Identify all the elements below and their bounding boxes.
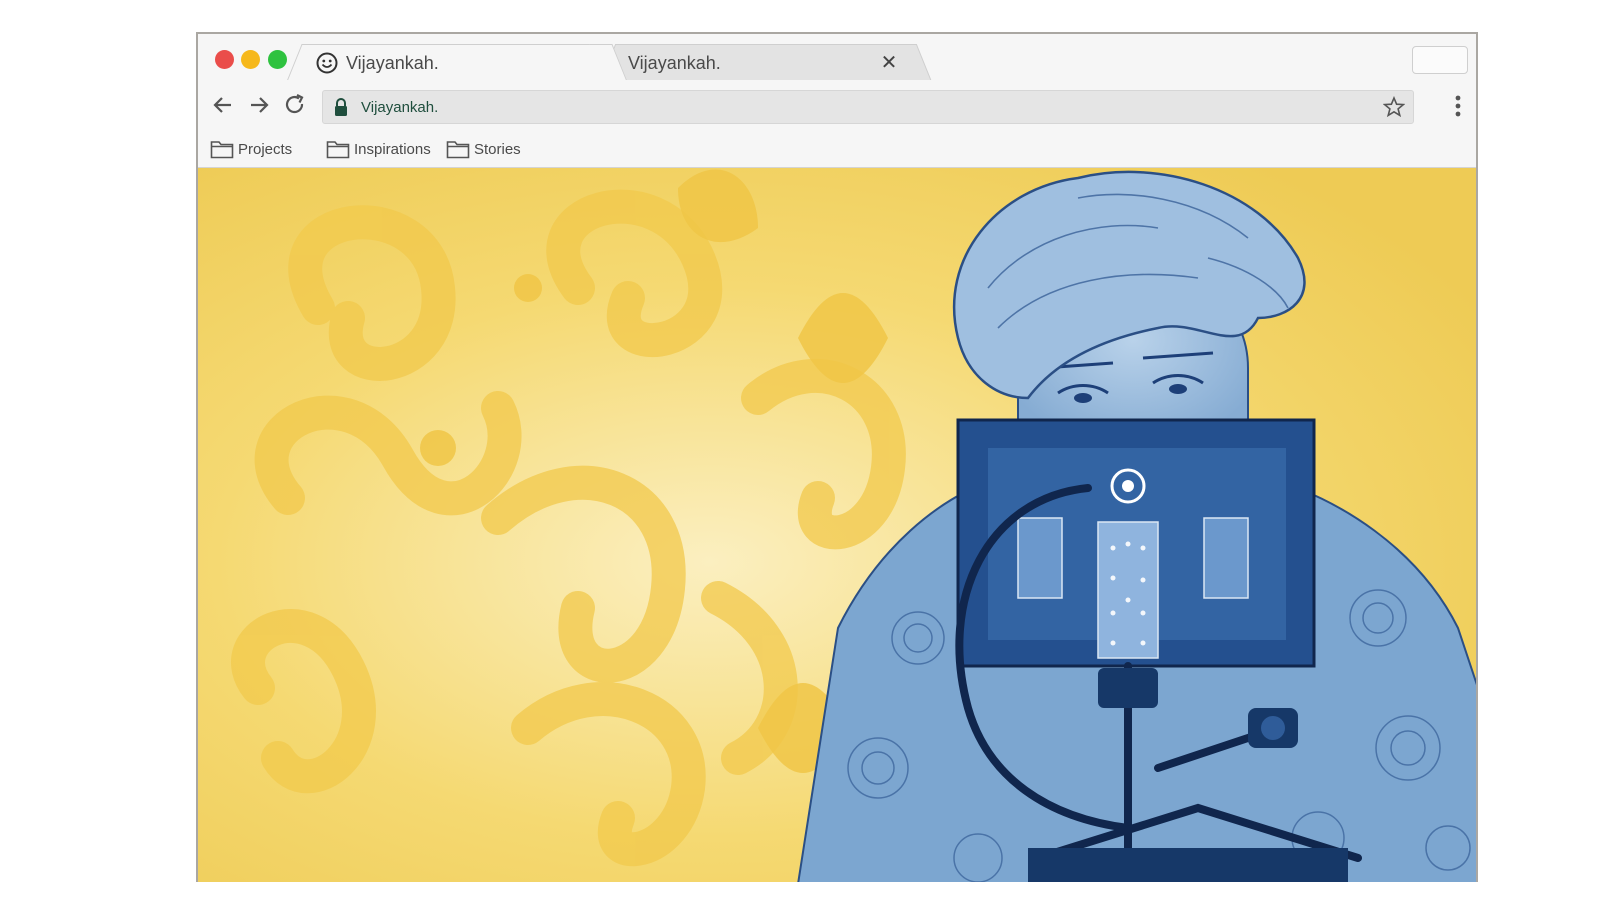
profile-button[interactable] [1412,46,1468,74]
page-content [198,168,1476,882]
bookmark-stories[interactable]: Stories [446,137,521,161]
illustration-image [198,168,1476,882]
reload-icon[interactable] [282,92,308,118]
close-icon[interactable]: ✕ [878,52,900,74]
url-text: Vijayankah. [361,99,439,116]
star-icon[interactable] [1383,96,1405,118]
tab-title: Vijayankah. [628,52,721,73]
folder-icon [446,141,470,159]
bookmark-label: Stories [474,140,521,158]
close-window-button[interactable] [215,50,234,69]
bookmarks-bar: Projects Inspirations Stories [198,130,1476,168]
browser-window: Vijayankah. ✕ Vijayankah. Vijayankah. Pr… [196,32,1478,882]
bookmark-inspirations[interactable]: Inspirations [326,137,431,161]
folder-icon [210,141,234,159]
tab-active[interactable]: Vijayankah. [306,44,608,80]
bookmark-projects[interactable]: Projects [210,137,292,161]
title-bar: Vijayankah. ✕ Vijayankah. [198,34,1476,81]
toolbar: Vijayankah. [198,80,1476,130]
bookmark-label: Inspirations [354,140,431,158]
tab-inactive[interactable]: Vijayankah. ✕ [618,44,914,80]
forward-arrow-icon[interactable] [246,92,272,118]
lock-icon [335,98,347,116]
menu-icon[interactable] [1454,94,1462,118]
address-bar[interactable]: Vijayankah. [322,90,1414,124]
minimize-window-button[interactable] [241,50,260,69]
tab-title: Vijayankah. [346,52,439,73]
back-arrow-icon[interactable] [210,92,236,118]
folder-icon [326,141,350,159]
smiley-icon [316,52,338,74]
bookmark-label: Projects [238,140,293,158]
maximize-window-button[interactable] [268,50,287,69]
